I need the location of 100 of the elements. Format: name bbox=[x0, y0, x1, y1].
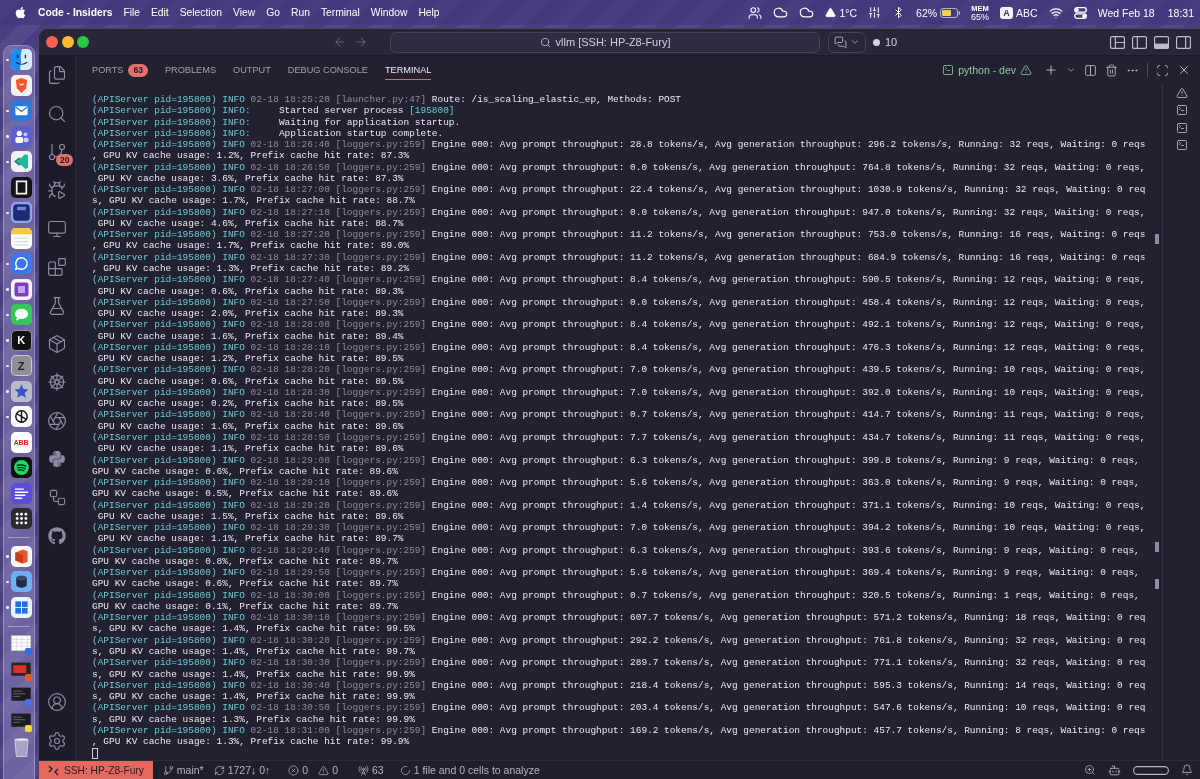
maximize-icon[interactable] bbox=[77, 36, 89, 48]
control-center-icon[interactable] bbox=[1073, 6, 1087, 19]
menu-item[interactable]: Selection bbox=[179, 5, 223, 20]
star-app-icon[interactable] bbox=[10, 380, 32, 402]
app-menu[interactable]: Code - Insiders bbox=[38, 5, 113, 20]
bottom-panel-icon[interactable] bbox=[1154, 34, 1169, 50]
spreadsheet-thumbnail-icon[interactable] bbox=[10, 634, 32, 656]
ribbon-app-icon[interactable] bbox=[10, 545, 32, 567]
frame-app-icon[interactable] bbox=[10, 176, 32, 198]
letter-app-icon[interactable]: Z bbox=[10, 355, 32, 377]
speech-bubble-app-icon[interactable] bbox=[10, 253, 32, 275]
analysis-status[interactable]: 1 file and 0 cells to analyze bbox=[394, 764, 545, 776]
sync-button[interactable]: 1727↓ 0↑ bbox=[208, 764, 276, 776]
window-thumbnail-icon[interactable] bbox=[10, 685, 32, 707]
box-icon[interactable] bbox=[47, 333, 67, 354]
angle-app-icon[interactable] bbox=[10, 151, 32, 173]
notebook-app-icon[interactable] bbox=[10, 278, 32, 300]
smiling-face-app-icon[interactable] bbox=[10, 49, 32, 71]
battery-status[interactable]: 62% bbox=[916, 6, 961, 19]
menu-item[interactable]: Go bbox=[266, 5, 280, 20]
input-source[interactable]: A ABC bbox=[1000, 6, 1038, 19]
dots-grid-app-icon[interactable] bbox=[10, 508, 32, 530]
ship-wheel-icon[interactable] bbox=[47, 372, 67, 393]
menu-item[interactable]: Edit bbox=[151, 5, 169, 20]
terminal-icon[interactable] bbox=[1175, 121, 1188, 134]
files-icon[interactable] bbox=[47, 65, 67, 86]
sliders-icon[interactable] bbox=[868, 6, 882, 19]
ports-button[interactable]: 63 bbox=[353, 764, 389, 776]
panel-tab[interactable]: PORTS 63 bbox=[92, 58, 148, 82]
panel-tab[interactable]: PROBLEMS bbox=[164, 60, 216, 80]
monitor-icon[interactable] bbox=[47, 218, 67, 239]
bell-icon[interactable] bbox=[1181, 764, 1193, 776]
lines-app-icon[interactable] bbox=[10, 482, 32, 504]
branch-icon[interactable] bbox=[47, 141, 67, 162]
cylinder-app-icon[interactable] bbox=[10, 571, 32, 593]
cloud-icon[interactable] bbox=[799, 5, 815, 20]
warnings-button[interactable]: 0 bbox=[313, 764, 343, 776]
trash-icon[interactable] bbox=[1105, 63, 1118, 77]
menu-item[interactable]: Terminal bbox=[320, 5, 360, 20]
workflow-icon[interactable] bbox=[47, 488, 67, 507]
extensions-icon[interactable] bbox=[47, 257, 67, 278]
shield-app-icon[interactable] bbox=[10, 74, 32, 96]
aperture-icon[interactable] bbox=[47, 410, 67, 431]
bug-play-icon[interactable] bbox=[47, 180, 67, 201]
panel-tab[interactable]: TERMINAL bbox=[384, 60, 432, 80]
time-text[interactable]: 18:31 bbox=[1167, 6, 1194, 19]
tile-app-icon[interactable] bbox=[10, 202, 32, 224]
four-squares-app-icon[interactable] bbox=[10, 596, 32, 618]
menu-item[interactable]: Help bbox=[418, 5, 440, 20]
menu-item[interactable]: Window bbox=[370, 5, 408, 20]
panel-tab[interactable]: OUTPUT bbox=[233, 60, 271, 80]
terminal-icon[interactable] bbox=[1175, 104, 1188, 117]
right-panel-icon[interactable] bbox=[1176, 34, 1191, 50]
flask-icon[interactable] bbox=[47, 295, 67, 316]
zoom-in-icon[interactable] bbox=[1084, 764, 1096, 776]
circle-lines-app-icon[interactable] bbox=[10, 406, 32, 428]
chevron-icon[interactable] bbox=[1066, 65, 1076, 75]
branch-button[interactable]: main* bbox=[157, 764, 209, 776]
chat-menu-button[interactable] bbox=[828, 31, 866, 53]
weather-item[interactable]: 1°C bbox=[825, 6, 858, 19]
people-icon[interactable] bbox=[748, 5, 763, 20]
python-icon[interactable] bbox=[48, 450, 66, 469]
left-panel-icon[interactable] bbox=[1132, 34, 1147, 50]
close-icon[interactable] bbox=[46, 36, 58, 48]
letter-app-icon[interactable]: K bbox=[10, 329, 32, 351]
count-badge: 63 bbox=[128, 63, 148, 77]
message-bubble-app-icon[interactable] bbox=[10, 304, 32, 326]
split-icon[interactable] bbox=[1084, 63, 1097, 77]
terminal-selector[interactable]: python - dev bbox=[942, 64, 1032, 76]
account-icon[interactable] bbox=[47, 692, 67, 713]
menu-item[interactable]: View bbox=[233, 5, 256, 20]
sessions-button[interactable]: 10 bbox=[873, 36, 898, 48]
bot-icon[interactable] bbox=[1108, 763, 1121, 777]
maximize-icon[interactable] bbox=[1156, 63, 1169, 77]
remote-button[interactable]: SSH: HP-Z8-Fury bbox=[39, 761, 153, 779]
minimize-icon[interactable] bbox=[61, 36, 74, 48]
plus-icon[interactable] bbox=[1044, 63, 1058, 77]
sound-waves-app-icon[interactable] bbox=[10, 457, 32, 479]
panel-tab[interactable]: DEBUG CONSOLE bbox=[287, 60, 368, 80]
search-icon[interactable] bbox=[47, 103, 67, 124]
github-icon[interactable] bbox=[48, 526, 66, 545]
errors-button[interactable]: 0 bbox=[283, 764, 314, 776]
terminal-icon[interactable] bbox=[1175, 139, 1188, 152]
cloud-icon[interactable] bbox=[773, 5, 789, 20]
close-icon[interactable] bbox=[1177, 63, 1191, 77]
menu-item[interactable]: File bbox=[123, 5, 140, 20]
envelope-app-icon[interactable] bbox=[10, 100, 32, 122]
rounded-bar-icon[interactable] bbox=[1133, 765, 1169, 775]
terminal-line: GPU KV cache usage: 1.2%, Prefix cache hit rate: 89.5% bbox=[96, 353, 404, 365]
settings-icon[interactable] bbox=[47, 730, 67, 751]
date-text[interactable]: Wed Feb 18 bbox=[1097, 6, 1155, 19]
menu-item[interactable]: Run bbox=[291, 5, 310, 20]
people-app-icon[interactable] bbox=[10, 125, 32, 147]
apple-icon[interactable] bbox=[14, 6, 27, 19]
terminal-line: , GPU KV cache usage: 1.7%, Prefix cache hit rate: 89.0% bbox=[92, 240, 410, 252]
command-center[interactable]: vllm [SSH: HP-Z8-Fury] bbox=[390, 31, 820, 53]
notes-app-icon[interactable] bbox=[10, 227, 32, 249]
layout-icon[interactable] bbox=[1110, 34, 1125, 50]
wifi-icon[interactable] bbox=[1048, 5, 1063, 20]
warning-icon[interactable] bbox=[1175, 86, 1188, 99]
